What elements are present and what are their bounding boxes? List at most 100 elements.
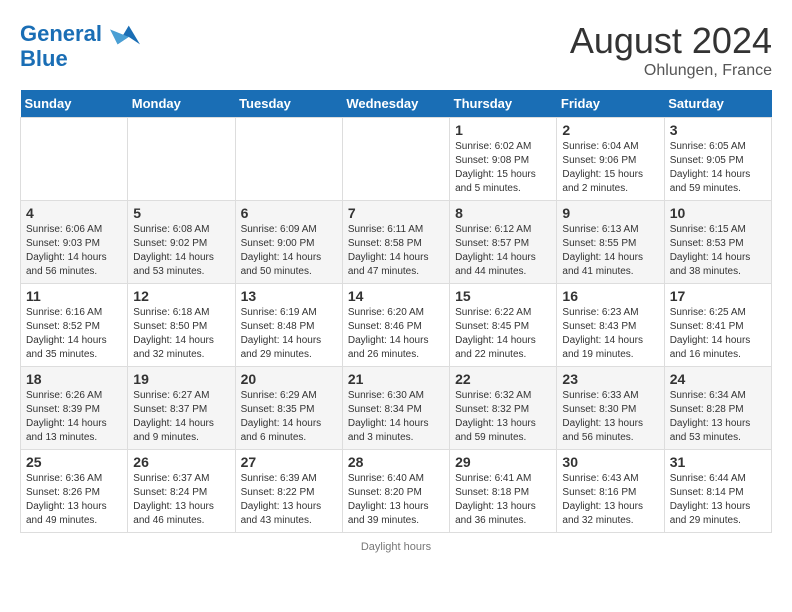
table-row: 30 Sunrise: 6:43 AM Sunset: 8:16 PM Dayli… bbox=[557, 450, 664, 533]
day-info: Sunrise: 6:04 AM Sunset: 9:06 PM Dayligh… bbox=[562, 140, 658, 196]
day-info: Sunrise: 6:08 AM Sunset: 9:02 PM Dayligh… bbox=[133, 223, 229, 279]
day-number: 9 bbox=[562, 205, 658, 221]
col-thursday: Thursday bbox=[450, 90, 557, 118]
table-row bbox=[128, 118, 235, 201]
table-row: 1 Sunrise: 6:02 AM Sunset: 9:08 PM Daylig… bbox=[450, 118, 557, 201]
day-number: 17 bbox=[670, 288, 766, 304]
table-row: 28 Sunrise: 6:40 AM Sunset: 8:20 PM Dayli… bbox=[342, 450, 449, 533]
col-tuesday: Tuesday bbox=[235, 90, 342, 118]
table-row: 21Sunrise: 6:30 AM Sunset: 8:34 PM Dayli… bbox=[342, 367, 449, 450]
day-number: 31 bbox=[670, 454, 766, 470]
col-wednesday: Wednesday bbox=[342, 90, 449, 118]
table-row: 22 Sunrise: 6:32 AM Sunset: 8:32 PM Dayli… bbox=[450, 367, 557, 450]
day-number: 26 bbox=[133, 454, 229, 470]
day-number: 15 bbox=[455, 288, 551, 304]
table-row: 14 Sunrise: 6:20 AM Sunset: 8:46 PM Dayli… bbox=[342, 284, 449, 367]
day-info: Sunrise: 6:43 AM Sunset: 8:16 PM Dayligh… bbox=[562, 472, 658, 528]
col-saturday: Saturday bbox=[664, 90, 771, 118]
day-number: 2 bbox=[562, 122, 658, 138]
day-number: 14 bbox=[348, 288, 444, 304]
calendar-week-row: 11Sunrise: 6:16 AM Sunset: 8:52 PM Dayli… bbox=[21, 284, 772, 367]
day-number: 20 bbox=[241, 371, 337, 387]
day-info: Sunrise: 6:20 AM Sunset: 8:46 PM Dayligh… bbox=[348, 306, 444, 362]
day-info: Sunrise: 6:09 AM Sunset: 9:00 PM Dayligh… bbox=[241, 223, 337, 279]
day-info: Sunrise: 6:40 AM Sunset: 8:20 PM Dayligh… bbox=[348, 472, 444, 528]
day-info: Sunrise: 6:26 AM Sunset: 8:39 PM Dayligh… bbox=[26, 389, 122, 445]
table-row bbox=[21, 118, 128, 201]
calendar-week-row: 4Sunrise: 6:06 AM Sunset: 9:03 PM Daylig… bbox=[21, 201, 772, 284]
day-info: Sunrise: 6:33 AM Sunset: 8:30 PM Dayligh… bbox=[562, 389, 658, 445]
day-info: Sunrise: 6:13 AM Sunset: 8:55 PM Dayligh… bbox=[562, 223, 658, 279]
day-number: 27 bbox=[241, 454, 337, 470]
calendar-table: Sunday Monday Tuesday Wednesday Thursday… bbox=[20, 90, 772, 533]
table-row: 5Sunrise: 6:08 AM Sunset: 9:02 PM Daylig… bbox=[128, 201, 235, 284]
day-info: Sunrise: 6:05 AM Sunset: 9:05 PM Dayligh… bbox=[670, 140, 766, 196]
table-row: 13 Sunrise: 6:19 AM Sunset: 8:48 PM Dayli… bbox=[235, 284, 342, 367]
col-sunday: Sunday bbox=[21, 90, 128, 118]
day-info: Sunrise: 6:19 AM Sunset: 8:48 PM Dayligh… bbox=[241, 306, 337, 362]
table-row: 26Sunrise: 6:37 AM Sunset: 8:24 PM Dayli… bbox=[128, 450, 235, 533]
day-info: Sunrise: 6:06 AM Sunset: 9:03 PM Dayligh… bbox=[26, 223, 122, 279]
day-number: 22 bbox=[455, 371, 551, 387]
col-friday: Friday bbox=[557, 90, 664, 118]
calendar-header-row: Sunday Monday Tuesday Wednesday Thursday… bbox=[21, 90, 772, 118]
day-number: 23 bbox=[562, 371, 658, 387]
col-monday: Monday bbox=[128, 90, 235, 118]
day-info: Sunrise: 6:27 AM Sunset: 8:37 PM Dayligh… bbox=[133, 389, 229, 445]
day-info: Sunrise: 6:41 AM Sunset: 8:18 PM Dayligh… bbox=[455, 472, 551, 528]
day-info: Sunrise: 6:34 AM Sunset: 8:28 PM Dayligh… bbox=[670, 389, 766, 445]
day-info: Sunrise: 6:15 AM Sunset: 8:53 PM Dayligh… bbox=[670, 223, 766, 279]
table-row: 10 Sunrise: 6:15 AM Sunset: 8:53 PM Dayli… bbox=[664, 201, 771, 284]
calendar-week-row: 18Sunrise: 6:26 AM Sunset: 8:39 PM Dayli… bbox=[21, 367, 772, 450]
day-info: Sunrise: 6:22 AM Sunset: 8:45 PM Dayligh… bbox=[455, 306, 551, 362]
day-number: 1 bbox=[455, 122, 551, 138]
table-row bbox=[235, 118, 342, 201]
table-row: 15 Sunrise: 6:22 AM Sunset: 8:45 PM Dayli… bbox=[450, 284, 557, 367]
logo: General Blue bbox=[20, 20, 140, 72]
table-row: 7Sunrise: 6:11 AM Sunset: 8:58 PM Daylig… bbox=[342, 201, 449, 284]
day-info: Sunrise: 6:39 AM Sunset: 8:22 PM Dayligh… bbox=[241, 472, 337, 528]
day-info: Sunrise: 6:25 AM Sunset: 8:41 PM Dayligh… bbox=[670, 306, 766, 362]
day-number: 28 bbox=[348, 454, 444, 470]
table-row: 25 Sunrise: 6:36 AM Sunset: 8:26 PM Dayli… bbox=[21, 450, 128, 533]
logo-bird-icon bbox=[110, 20, 140, 50]
day-info: Sunrise: 6:02 AM Sunset: 9:08 PM Dayligh… bbox=[455, 140, 551, 196]
day-number: 25 bbox=[26, 454, 122, 470]
day-info: Sunrise: 6:29 AM Sunset: 8:35 PM Dayligh… bbox=[241, 389, 337, 445]
day-info: Sunrise: 6:44 AM Sunset: 8:14 PM Dayligh… bbox=[670, 472, 766, 528]
header: General Blue August 2024 Ohlungen, Franc… bbox=[20, 20, 772, 80]
table-row: 6 Sunrise: 6:09 AM Sunset: 9:00 PM Daylig… bbox=[235, 201, 342, 284]
table-row: 18Sunrise: 6:26 AM Sunset: 8:39 PM Dayli… bbox=[21, 367, 128, 450]
day-info: Sunrise: 6:23 AM Sunset: 8:43 PM Dayligh… bbox=[562, 306, 658, 362]
main-title: August 2024 bbox=[570, 20, 772, 62]
table-row: 17 Sunrise: 6:25 AM Sunset: 8:41 PM Dayli… bbox=[664, 284, 771, 367]
day-number: 24 bbox=[670, 371, 766, 387]
day-number: 29 bbox=[455, 454, 551, 470]
table-row: 4Sunrise: 6:06 AM Sunset: 9:03 PM Daylig… bbox=[21, 201, 128, 284]
table-row: 3 Sunrise: 6:05 AM Sunset: 9:05 PM Daylig… bbox=[664, 118, 771, 201]
table-row: 24 Sunrise: 6:34 AM Sunset: 8:28 PM Dayli… bbox=[664, 367, 771, 450]
day-number: 13 bbox=[241, 288, 337, 304]
day-info: Sunrise: 6:18 AM Sunset: 8:50 PM Dayligh… bbox=[133, 306, 229, 362]
table-row: 29 Sunrise: 6:41 AM Sunset: 8:18 PM Dayli… bbox=[450, 450, 557, 533]
calendar-week-row: 25 Sunrise: 6:36 AM Sunset: 8:26 PM Dayli… bbox=[21, 450, 772, 533]
day-number: 8 bbox=[455, 205, 551, 221]
day-number: 6 bbox=[241, 205, 337, 221]
day-number: 30 bbox=[562, 454, 658, 470]
subtitle: Ohlungen, France bbox=[570, 62, 772, 80]
title-block: August 2024 Ohlungen, France bbox=[570, 20, 772, 80]
table-row: 9 Sunrise: 6:13 AM Sunset: 8:55 PM Daylig… bbox=[557, 201, 664, 284]
day-number: 10 bbox=[670, 205, 766, 221]
day-number: 12 bbox=[133, 288, 229, 304]
day-info: Sunrise: 6:12 AM Sunset: 8:57 PM Dayligh… bbox=[455, 223, 551, 279]
day-number: 7 bbox=[348, 205, 444, 221]
day-number: 3 bbox=[670, 122, 766, 138]
day-info: Sunrise: 6:32 AM Sunset: 8:32 PM Dayligh… bbox=[455, 389, 551, 445]
table-row: 12 Sunrise: 6:18 AM Sunset: 8:50 PM Dayli… bbox=[128, 284, 235, 367]
page-container: General Blue August 2024 Ohlungen, Franc… bbox=[20, 20, 772, 553]
table-row: 31 Sunrise: 6:44 AM Sunset: 8:14 PM Dayli… bbox=[664, 450, 771, 533]
table-row: 20 Sunrise: 6:29 AM Sunset: 8:35 PM Dayli… bbox=[235, 367, 342, 450]
day-number: 16 bbox=[562, 288, 658, 304]
table-row: 2 Sunrise: 6:04 AM Sunset: 9:06 PM Daylig… bbox=[557, 118, 664, 201]
day-info: Sunrise: 6:36 AM Sunset: 8:26 PM Dayligh… bbox=[26, 472, 122, 528]
